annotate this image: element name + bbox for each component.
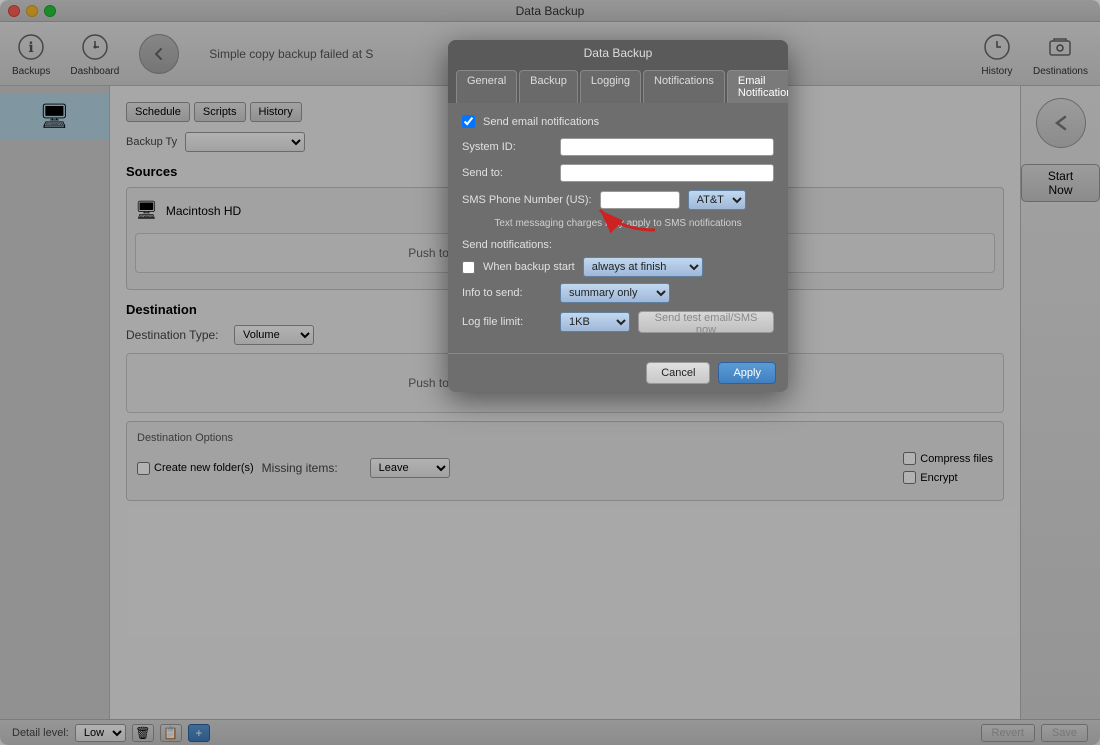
when-backup-label: When backup start	[483, 261, 575, 273]
send-test-button[interactable]: Send test email/SMS now	[638, 311, 774, 333]
tab-logging[interactable]: Logging	[580, 70, 641, 103]
sms-carrier-select[interactable]: AT&T	[688, 190, 746, 210]
log-limit-row: Log file limit: 1KB Send test email/SMS …	[462, 311, 774, 333]
info-to-send-row: Info to send: summary only	[462, 283, 774, 303]
cancel-button[interactable]: Cancel	[646, 362, 710, 384]
sms-label: SMS Phone Number (US):	[462, 194, 592, 206]
info-to-send-select[interactable]: summary only	[560, 283, 670, 303]
system-id-label: System ID:	[462, 141, 552, 153]
tab-email-notifications[interactable]: Email Notifications	[727, 70, 788, 103]
main-window: Data Backup ℹ Backups Dashboard	[0, 0, 1100, 745]
tab-notifications[interactable]: Notifications	[643, 70, 725, 103]
log-limit-label: Log file limit:	[462, 316, 552, 328]
arrow-annotation	[580, 190, 660, 243]
when-backup-row: When backup start always at finish	[462, 257, 774, 277]
send-to-row: Send to:	[462, 164, 774, 182]
send-email-label: Send email notifications	[483, 116, 599, 128]
tab-general[interactable]: General	[456, 70, 517, 103]
modal-title: Data Backup	[448, 40, 788, 66]
always-at-finish-select[interactable]: always at finish	[583, 257, 703, 277]
modal-footer: Cancel Apply	[448, 353, 788, 392]
info-to-send-label: Info to send:	[462, 287, 552, 299]
send-notifications-label: Send notifications:	[462, 239, 552, 251]
system-id-row: System ID:	[462, 138, 774, 156]
tab-backup[interactable]: Backup	[519, 70, 578, 103]
send-to-input[interactable]	[560, 164, 774, 182]
send-email-row: Send email notifications	[462, 115, 774, 128]
when-backup-checkbox[interactable]	[462, 261, 475, 274]
apply-button[interactable]: Apply	[718, 362, 776, 384]
modal-tabs: General Backup Logging Notifications Ema…	[448, 66, 788, 103]
send-email-checkbox[interactable]	[462, 115, 475, 128]
system-id-input[interactable]	[560, 138, 774, 156]
send-to-label: Send to:	[462, 167, 552, 179]
log-limit-select[interactable]: 1KB	[560, 312, 630, 332]
